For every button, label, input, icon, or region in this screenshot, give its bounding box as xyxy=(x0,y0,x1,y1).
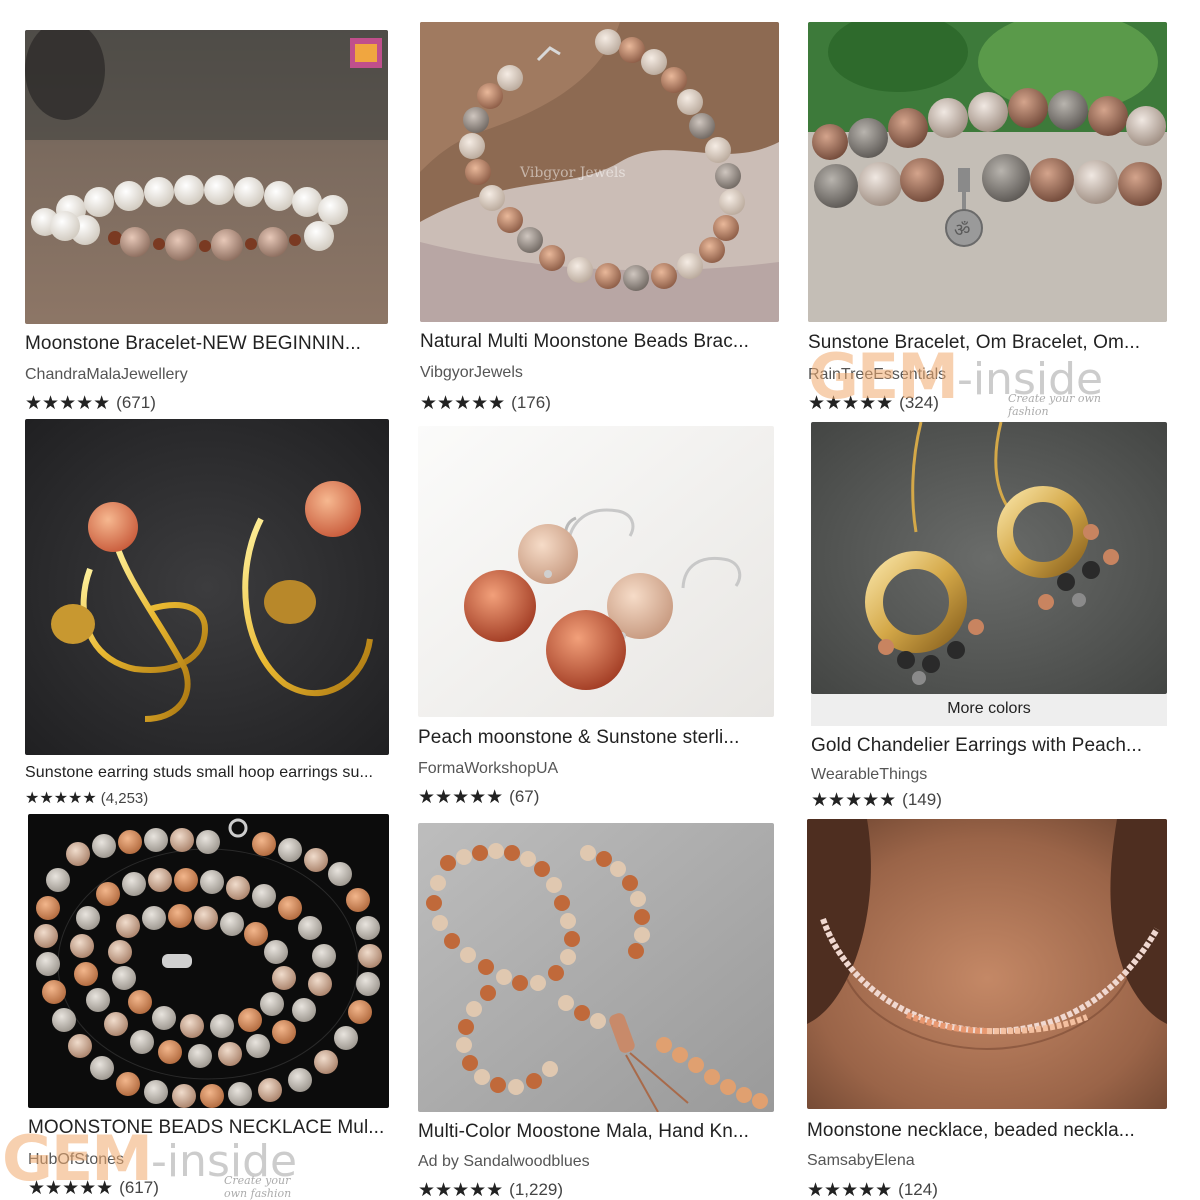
review-count: (671) xyxy=(116,393,156,412)
star-rating-icon: ★★★★★ xyxy=(811,789,897,811)
product-image[interactable]: Vibgyor Jewels xyxy=(420,22,779,322)
product-title[interactable]: Moonstone Bracelet-NEW BEGINNIN... xyxy=(25,333,388,355)
svg-text:Vibgyor Jewels: Vibgyor Jewels xyxy=(519,165,626,181)
star-rating-icon: ★★★★★ xyxy=(807,1179,893,1200)
product-title[interactable]: Gold Chandelier Earrings with Peach... xyxy=(811,735,1167,757)
rating: ★★★★★ (67) xyxy=(418,787,539,807)
shop-name[interactable]: VibgyorJewels xyxy=(420,364,523,382)
star-rating-icon: ★★★★★ xyxy=(808,392,894,414)
product-title[interactable]: Sunstone Bracelet, Om Bracelet, Om... xyxy=(808,332,1167,354)
review-count: (149) xyxy=(902,790,942,809)
star-rating-icon: ★★★★★ xyxy=(418,1179,504,1200)
product-image[interactable] xyxy=(807,819,1167,1109)
more-colors-badge[interactable]: More colors xyxy=(811,694,1167,726)
review-count: (1,229) xyxy=(509,1180,564,1199)
product-title[interactable]: Natural Multi Moonstone Beads Brac... xyxy=(420,331,779,353)
product-image[interactable] xyxy=(25,30,388,324)
review-count: (67) xyxy=(509,787,540,806)
shop-name[interactable]: SamsabyElena xyxy=(807,1152,915,1170)
shop-name[interactable]: WearableThings xyxy=(811,766,927,784)
rating: ★★★★★ (1,229) xyxy=(418,1180,563,1200)
product-title[interactable]: Multi-Color Moostone Mala, Hand Kn... xyxy=(418,1121,774,1143)
rating: ★★★★★ (671) xyxy=(25,393,156,413)
product-image[interactable] xyxy=(25,419,389,755)
shop-name[interactable]: RainTreeEssentials xyxy=(808,366,946,384)
product-image[interactable]: ॐ xyxy=(808,22,1167,322)
review-count: (124) xyxy=(898,1180,938,1199)
product-title[interactable]: Moonstone necklace, beaded neckla... xyxy=(807,1120,1167,1142)
shop-name[interactable]: ChandraMalaJewellery xyxy=(25,366,188,384)
product-image[interactable] xyxy=(418,426,774,717)
product-title[interactable]: MOONSTONE BEADS NECKLACE Mul... xyxy=(28,1117,389,1139)
rating: ★★★★★ (617) xyxy=(28,1178,159,1198)
review-count: (4,253) xyxy=(100,790,149,807)
shop-name[interactable]: Ad by Sandalwoodblues xyxy=(418,1153,590,1171)
svg-text:ॐ: ॐ xyxy=(954,220,970,241)
product-image[interactable] xyxy=(418,823,774,1112)
rating: ★★★★★ (4,253) xyxy=(25,790,148,807)
rating: ★★★★★ (324) xyxy=(808,393,939,413)
review-count: (324) xyxy=(899,393,939,412)
star-rating-icon: ★★★★★ xyxy=(420,392,506,414)
rating: ★★★★★ (149) xyxy=(811,790,942,810)
product-title[interactable]: Peach moonstone & Sunstone sterli... xyxy=(418,727,774,749)
shop-name[interactable]: FormaWorkshopUA xyxy=(418,760,558,778)
product-image[interactable] xyxy=(28,814,389,1108)
review-count: (176) xyxy=(511,393,551,412)
review-count: (617) xyxy=(119,1178,159,1197)
product-title[interactable]: Sunstone earring studs small hoop earrin… xyxy=(25,764,389,782)
rating: ★★★★★ (176) xyxy=(420,393,551,413)
star-rating-icon: ★★★★★ xyxy=(25,789,97,807)
product-image[interactable] xyxy=(811,422,1167,694)
star-rating-icon: ★★★★★ xyxy=(25,392,111,414)
star-rating-icon: ★★★★★ xyxy=(28,1177,114,1199)
shop-name[interactable]: HubOfStones xyxy=(28,1151,124,1169)
rating: ★★★★★ (124) xyxy=(807,1180,938,1200)
star-rating-icon: ★★★★★ xyxy=(418,786,504,808)
